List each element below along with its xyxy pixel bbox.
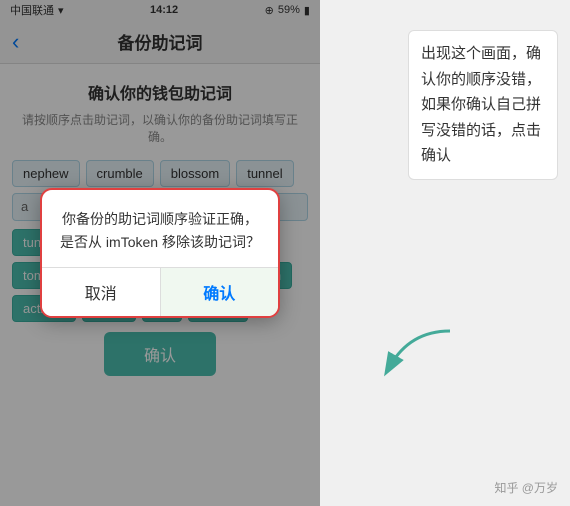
dialog-confirm-button[interactable]: 确认 — [161, 268, 279, 316]
dialog-overlay: 你备份的助记词顺序验证正确，是否从 imToken 移除该助记词？ 取消 确认 — [0, 0, 320, 506]
dialog-buttons: 取消 确认 — [42, 267, 278, 316]
dialog-cancel-button[interactable]: 取消 — [42, 268, 161, 316]
arrow-container — [380, 321, 460, 386]
phone-frame: 中国联通 ▾ 14:12 ⊕ 59% ▮ ‹ 备份助记词 确认你的钱包助记词 请… — [0, 0, 320, 506]
dialog-box: 你备份的助记词顺序验证正确，是否从 imToken 移除该助记词？ 取消 确认 — [40, 188, 280, 318]
annotation-text: 出现这个画面，确认你的顺序没错，如果你确认自己拼写没错的话，点击确认 — [408, 30, 558, 180]
watermark: 知乎 @万岁 — [494, 479, 558, 496]
dialog-message: 你备份的助记词顺序验证正确，是否从 imToken 移除该助记词？ — [58, 208, 262, 253]
arrow-icon — [380, 321, 460, 381]
annotation-panel: 出现这个画面，确认你的顺序没错，如果你确认自己拼写没错的话，点击确认 知乎 @万… — [320, 0, 570, 506]
dialog-body: 你备份的助记词顺序验证正确，是否从 imToken 移除该助记词？ — [42, 190, 278, 267]
